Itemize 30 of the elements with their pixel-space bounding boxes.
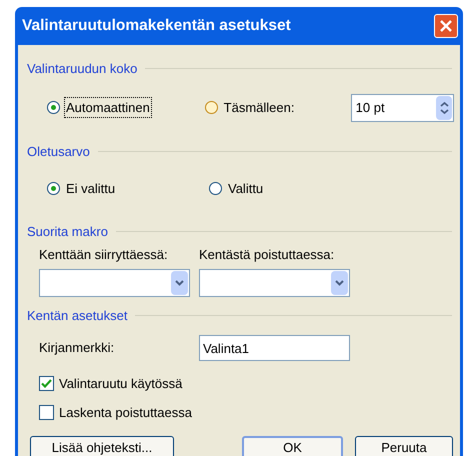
- dialog-button[interactable]: Peruuta: [355, 436, 453, 456]
- dialog-button[interactable]: OK: [242, 436, 343, 456]
- dialog-button[interactable]: Lisää ohjeteksti...: [30, 436, 174, 456]
- close-button[interactable]: [434, 14, 458, 38]
- field-label: Kirjanmerkki:: [39, 339, 116, 358]
- radio-button[interactable]: [47, 101, 60, 114]
- bookmark-input[interactable]: Valinta1: [199, 335, 350, 361]
- radio-label: Automaattinen: [65, 98, 151, 118]
- field-label: Kentästä poistuttaessa:: [199, 246, 336, 264]
- spinner-arrows-icon: [436, 96, 452, 120]
- radio-label: Valittu: [227, 180, 264, 198]
- dropdown-field[interactable]: [199, 268, 350, 296]
- radio-button[interactable]: [204, 101, 218, 114]
- group-heading: Oletusarvo: [27, 142, 90, 160]
- checkbox[interactable]: [39, 404, 54, 420]
- size-spinner-field[interactable]: 10 pt: [350, 94, 454, 122]
- group-heading: Valintaruudun koko: [27, 60, 138, 78]
- checkbox-label: Laskenta poistuttaessa: [59, 404, 192, 422]
- group-heading: Kentän asetukset: [27, 306, 128, 324]
- checkbox-label: Valintaruutu käytössä: [59, 375, 182, 393]
- field-label: Kenttään siirryttäessä:: [39, 246, 169, 264]
- group-heading: Suorita makro: [27, 222, 108, 240]
- radio-button[interactable]: [47, 182, 60, 196]
- close-icon: [440, 20, 452, 32]
- radio-label: Täsmälleen:: [222, 98, 296, 117]
- radio-button[interactable]: [209, 182, 222, 196]
- window-title: Valintaruutulomakekentän asetukset: [22, 16, 291, 36]
- dropdown-field[interactable]: [39, 268, 190, 296]
- radio-label: Ei valittu: [65, 180, 116, 198]
- checkbox[interactable]: [39, 376, 54, 392]
